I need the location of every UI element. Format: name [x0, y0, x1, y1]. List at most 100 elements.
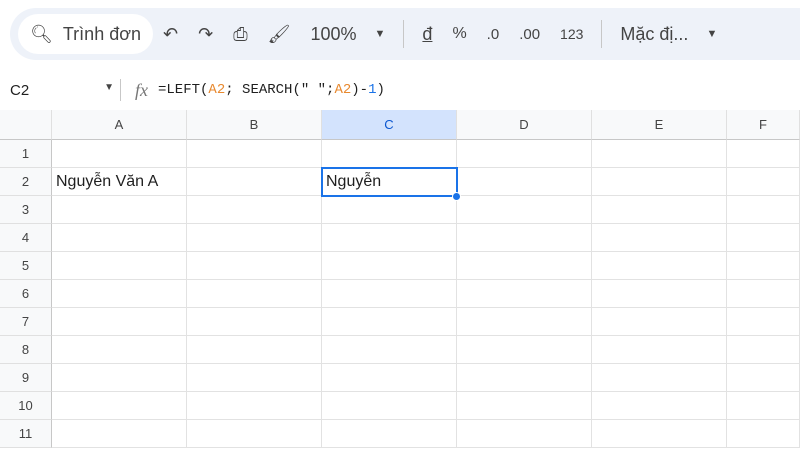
- percent-button[interactable]: %: [452, 25, 466, 43]
- row-header-11[interactable]: 11: [0, 420, 52, 448]
- cell-B2[interactable]: [187, 168, 322, 196]
- cell-E8[interactable]: [592, 336, 727, 364]
- cell-A9[interactable]: [52, 364, 187, 392]
- cell-E9[interactable]: [592, 364, 727, 392]
- cell-B8[interactable]: [187, 336, 322, 364]
- cell-D10[interactable]: [457, 392, 592, 420]
- select-all-corner[interactable]: [0, 110, 52, 140]
- fill-handle[interactable]: [452, 192, 461, 201]
- cell-C9[interactable]: [322, 364, 457, 392]
- font-select[interactable]: Mặc đị... ▼: [620, 24, 717, 45]
- row-header-1[interactable]: 1: [0, 140, 52, 168]
- sheet-grid[interactable]: A B C D E F 1 2 Nguyễn Văn A Nguyễn 3 4 5 6 7 8 9 10 11: [0, 110, 800, 450]
- row-header-4[interactable]: 4: [0, 224, 52, 252]
- cell-F4[interactable]: [727, 224, 800, 252]
- cell-D8[interactable]: [457, 336, 592, 364]
- cell-C6[interactable]: [322, 280, 457, 308]
- cell-F7[interactable]: [727, 308, 800, 336]
- undo-icon[interactable]: ↶: [163, 24, 178, 45]
- cell-D9[interactable]: [457, 364, 592, 392]
- cell-E1[interactable]: [592, 140, 727, 168]
- cell-B11[interactable]: [187, 420, 322, 448]
- formula-input[interactable]: =LEFT(A2; SEARCH(" ";A2)-1): [158, 82, 385, 98]
- cell-A11[interactable]: [52, 420, 187, 448]
- cell-F5[interactable]: [727, 252, 800, 280]
- cell-F9[interactable]: [727, 364, 800, 392]
- cell-B6[interactable]: [187, 280, 322, 308]
- cell-B9[interactable]: [187, 364, 322, 392]
- cell-E3[interactable]: [592, 196, 727, 224]
- number-format-button[interactable]: 123: [560, 26, 583, 42]
- row-header-9[interactable]: 9: [0, 364, 52, 392]
- cell-D4[interactable]: [457, 224, 592, 252]
- cell-E4[interactable]: [592, 224, 727, 252]
- cell-A1[interactable]: [52, 140, 187, 168]
- increase-decimal-button[interactable]: .00: [519, 26, 540, 43]
- cell-F8[interactable]: [727, 336, 800, 364]
- cell-D5[interactable]: [457, 252, 592, 280]
- cell-A8[interactable]: [52, 336, 187, 364]
- cell-E10[interactable]: [592, 392, 727, 420]
- cell-A10[interactable]: [52, 392, 187, 420]
- cell-B5[interactable]: [187, 252, 322, 280]
- cell-E5[interactable]: [592, 252, 727, 280]
- row-header-10[interactable]: 10: [0, 392, 52, 420]
- cell-C1[interactable]: [322, 140, 457, 168]
- cell-C8[interactable]: [322, 336, 457, 364]
- cell-F11[interactable]: [727, 420, 800, 448]
- cell-D6[interactable]: [457, 280, 592, 308]
- column-header-A[interactable]: A: [52, 110, 187, 140]
- cell-F6[interactable]: [727, 280, 800, 308]
- cell-C4[interactable]: [322, 224, 457, 252]
- column-header-E[interactable]: E: [592, 110, 727, 140]
- row-header-7[interactable]: 7: [0, 308, 52, 336]
- cell-A5[interactable]: [52, 252, 187, 280]
- redo-icon[interactable]: ↷: [198, 24, 213, 45]
- cell-C7[interactable]: [322, 308, 457, 336]
- cell-E11[interactable]: [592, 420, 727, 448]
- column-header-B[interactable]: B: [187, 110, 322, 140]
- cell-B10[interactable]: [187, 392, 322, 420]
- name-box[interactable]: C2 ▼: [0, 82, 120, 99]
- cell-C5[interactable]: [322, 252, 457, 280]
- cell-C10[interactable]: [322, 392, 457, 420]
- cell-A6[interactable]: [52, 280, 187, 308]
- cell-B7[interactable]: [187, 308, 322, 336]
- cell-E7[interactable]: [592, 308, 727, 336]
- cell-D7[interactable]: [457, 308, 592, 336]
- row-header-5[interactable]: 5: [0, 252, 52, 280]
- zoom-select[interactable]: 100% ▼: [310, 24, 385, 45]
- row-header-3[interactable]: 3: [0, 196, 52, 224]
- cell-B1[interactable]: [187, 140, 322, 168]
- cell-F10[interactable]: [727, 392, 800, 420]
- column-header-F[interactable]: F: [727, 110, 800, 140]
- formula-ref: A2: [208, 82, 226, 98]
- cell-E2[interactable]: [592, 168, 727, 196]
- row-header-2[interactable]: 2: [0, 168, 52, 196]
- cell-F1[interactable]: [727, 140, 800, 168]
- menu-search[interactable]: 🔍︎ Trình đơn: [18, 14, 154, 54]
- cell-A4[interactable]: [52, 224, 187, 252]
- cell-A7[interactable]: [52, 308, 187, 336]
- column-header-C[interactable]: C: [322, 110, 457, 140]
- row-header-8[interactable]: 8: [0, 336, 52, 364]
- row-header-6[interactable]: 6: [0, 280, 52, 308]
- cell-D3[interactable]: [457, 196, 592, 224]
- cell-F2[interactable]: [727, 168, 800, 196]
- decrease-decimal-button[interactable]: .0: [487, 26, 500, 43]
- cell-C11[interactable]: [322, 420, 457, 448]
- cell-A2[interactable]: Nguyễn Văn A: [52, 168, 187, 196]
- cell-C3[interactable]: [322, 196, 457, 224]
- cell-F3[interactable]: [727, 196, 800, 224]
- currency-button[interactable]: đ: [422, 24, 432, 45]
- print-icon[interactable]: ⎙: [233, 24, 247, 45]
- column-header-D[interactable]: D: [457, 110, 592, 140]
- paint-format-icon[interactable]: 🖌︎: [268, 24, 291, 45]
- cell-A3[interactable]: [52, 196, 187, 224]
- cell-D2[interactable]: [457, 168, 592, 196]
- cell-D11[interactable]: [457, 420, 592, 448]
- cell-B3[interactable]: [187, 196, 322, 224]
- cell-B4[interactable]: [187, 224, 322, 252]
- cell-D1[interactable]: [457, 140, 592, 168]
- cell-E6[interactable]: [592, 280, 727, 308]
